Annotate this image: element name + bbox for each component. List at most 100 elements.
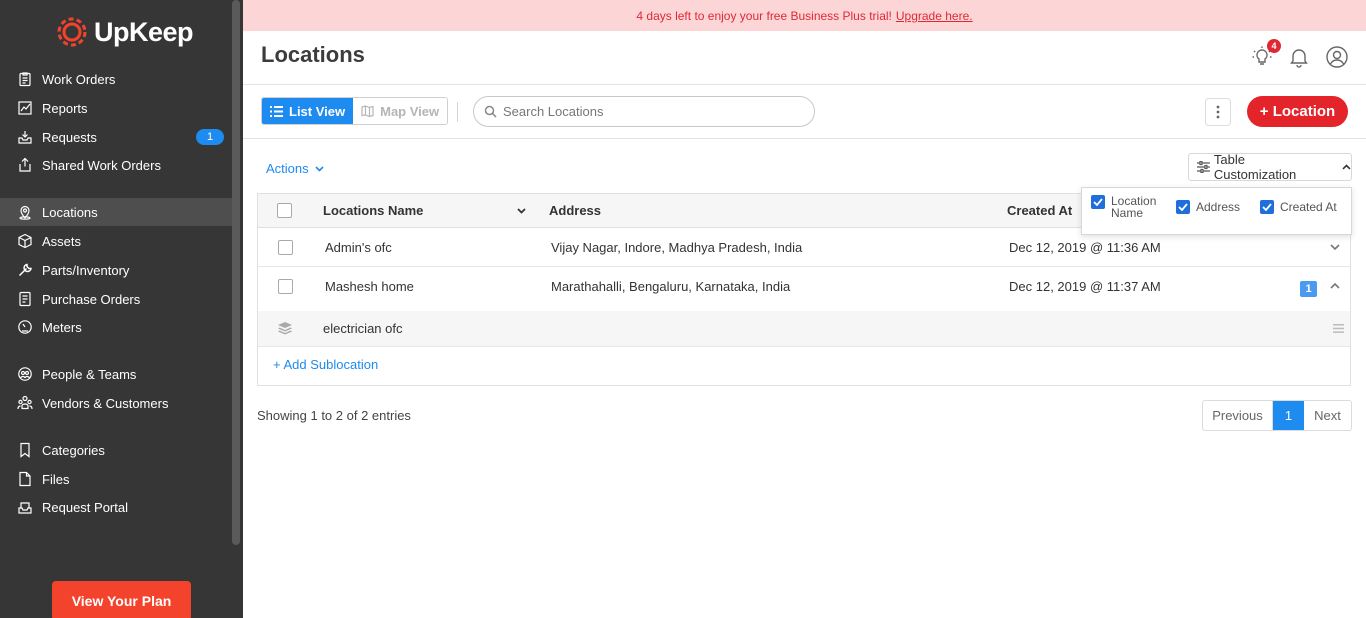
row-checkbox[interactable] (278, 279, 293, 294)
cube-icon (16, 232, 34, 250)
table-customization-label: Table Customization (1213, 152, 1297, 182)
sidebar-item-purchase-orders[interactable]: Purchase Orders (0, 285, 232, 313)
search-icon (484, 105, 497, 118)
inbox-icon (16, 128, 34, 146)
sidebar-scrollbar[interactable] (232, 0, 240, 545)
sidebar-item-label: Work Orders (42, 71, 116, 87)
chevron-up-icon (1342, 164, 1351, 170)
people-icon (16, 365, 34, 383)
actions-dropdown[interactable]: Actions (266, 161, 324, 176)
column-header-address[interactable]: Address (549, 203, 601, 218)
sidebar-item-people-teams[interactable]: People & Teams (0, 360, 232, 388)
map-icon (361, 105, 374, 117)
sidebar-item-label: People & Teams (42, 366, 137, 382)
row-checkbox[interactable] (278, 240, 293, 255)
document-icon (16, 290, 34, 308)
toolbar-divider (457, 102, 458, 122)
column-toggle-label: Created At (1280, 200, 1337, 214)
add-sublocation-link[interactable]: + Add Sublocation (273, 357, 378, 372)
sidebar-item-label: Files (42, 471, 70, 487)
sidebar-item-reports[interactable]: Reports (0, 94, 232, 122)
checkbox-checked-icon[interactable] (1176, 200, 1190, 214)
collapse-chevron-icon[interactable] (1330, 283, 1340, 289)
gear-logo-icon (57, 17, 87, 47)
sidebar-item-label: Locations (42, 204, 98, 220)
share-icon (16, 156, 34, 174)
select-all-checkbox[interactable] (277, 203, 292, 218)
location-pin-icon (16, 203, 34, 221)
chart-icon (16, 99, 34, 117)
toolbar: List View Map View + Location (243, 85, 1366, 139)
sidebar-item-label: Categories (42, 442, 105, 458)
column-header-name[interactable]: Locations Name (323, 203, 423, 218)
location-name[interactable]: Mashesh home (325, 279, 414, 294)
sidebar-item-label: Requests (42, 129, 97, 145)
sidebar-item-work-orders[interactable]: Work Orders (0, 65, 232, 93)
location-created-at: Dec 12, 2019 @ 11:36 AM (1009, 240, 1161, 255)
column-toggle-created-at[interactable]: Created At (1260, 200, 1337, 214)
expand-chevron-icon[interactable] (1330, 244, 1340, 250)
column-toggle-address[interactable]: Address (1176, 200, 1240, 214)
column-toggle-label: Location Name (1111, 194, 1157, 220)
column-header-created-at[interactable]: Created At (1007, 203, 1072, 218)
location-name[interactable]: Admin's ofc (325, 240, 392, 255)
sublocation-name[interactable]: electrician ofc (323, 321, 402, 336)
sidebar-item-label: Meters (42, 319, 82, 335)
more-options-button[interactable] (1205, 98, 1231, 126)
chevron-down-icon (315, 165, 324, 172)
list-view-button[interactable]: List View (262, 98, 354, 124)
view-plan-button[interactable]: View Your Plan (52, 581, 191, 618)
column-toggle-location-name[interactable]: Location Name (1091, 195, 1171, 219)
next-page-button[interactable]: Next (1304, 401, 1351, 430)
list-icon (270, 105, 283, 117)
bell-icon[interactable] (1287, 45, 1311, 69)
sidebar-item-meters[interactable]: Meters (0, 313, 232, 341)
sidebar-item-files[interactable]: Files (0, 465, 232, 493)
table-row[interactable]: Mashesh home Marathahalli, Bengaluru, Ka… (258, 267, 1350, 311)
sidebar-item-shared-work-orders[interactable]: Shared Work Orders (0, 151, 232, 179)
previous-page-button[interactable]: Previous (1203, 401, 1273, 430)
table-customization-button[interactable]: Table Customization (1188, 152, 1352, 182)
wrench-icon (16, 261, 34, 279)
upkeep-logo[interactable]: UpKeep (54, 14, 194, 50)
sliders-icon (1197, 161, 1210, 173)
page-1-button[interactable]: 1 (1273, 401, 1304, 430)
kebab-icon (1216, 105, 1220, 119)
logo-text: UpKeep (94, 16, 194, 47)
search-box[interactable] (473, 96, 815, 127)
sidebar-item-locations[interactable]: Locations (0, 198, 232, 226)
trial-banner: 4 days left to enjoy your free Business … (243, 0, 1366, 31)
entries-summary: Showing 1 to 2 of 2 entries (257, 408, 411, 423)
sidebar-item-label: Parts/Inventory (42, 262, 130, 278)
sidebar-item-categories[interactable]: Categories (0, 436, 232, 464)
sidebar-item-label: Shared Work Orders (42, 157, 161, 173)
upgrade-link[interactable]: Upgrade here. (896, 9, 973, 23)
sidebar-item-parts-inventory[interactable]: Parts/Inventory (0, 256, 232, 284)
drag-handle-icon[interactable] (1333, 324, 1344, 333)
checkbox-checked-icon[interactable] (1091, 195, 1105, 209)
add-location-button[interactable]: + Location (1247, 96, 1348, 127)
search-input[interactable] (503, 104, 803, 119)
sidebar-item-label: Request Portal (42, 499, 128, 515)
bookmark-icon (16, 441, 34, 459)
portal-icon (16, 498, 34, 516)
sidebar-item-label: Assets (42, 233, 82, 249)
sort-chevron-icon[interactable] (517, 208, 526, 214)
sidebar-item-request-portal[interactable]: Request Portal (0, 493, 232, 521)
map-view-button[interactable]: Map View (353, 98, 448, 124)
location-address: Marathahalli, Bengaluru, Karnataka, Indi… (551, 279, 791, 294)
sidebar-item-assets[interactable]: Assets (0, 227, 232, 255)
location-created-at: Dec 12, 2019 @ 11:37 AM (1009, 279, 1161, 294)
sidebar-item-vendors-customers[interactable]: Vendors & Customers (0, 389, 232, 417)
view-toggle: List View Map View (261, 97, 449, 125)
sidebar-item-requests[interactable]: Requests 1 (0, 123, 232, 151)
sublocation-row[interactable]: electrician ofc (258, 311, 1350, 347)
gauge-icon (16, 318, 34, 336)
pagination: Previous 1 Next (1202, 400, 1352, 431)
sidebar-item-label: Reports (42, 100, 88, 116)
checkbox-checked-icon[interactable] (1260, 200, 1274, 214)
notification-count-badge: 4 (1267, 39, 1281, 53)
user-avatar-icon[interactable] (1325, 45, 1349, 69)
layers-icon (278, 322, 292, 335)
vendors-icon (16, 394, 34, 412)
